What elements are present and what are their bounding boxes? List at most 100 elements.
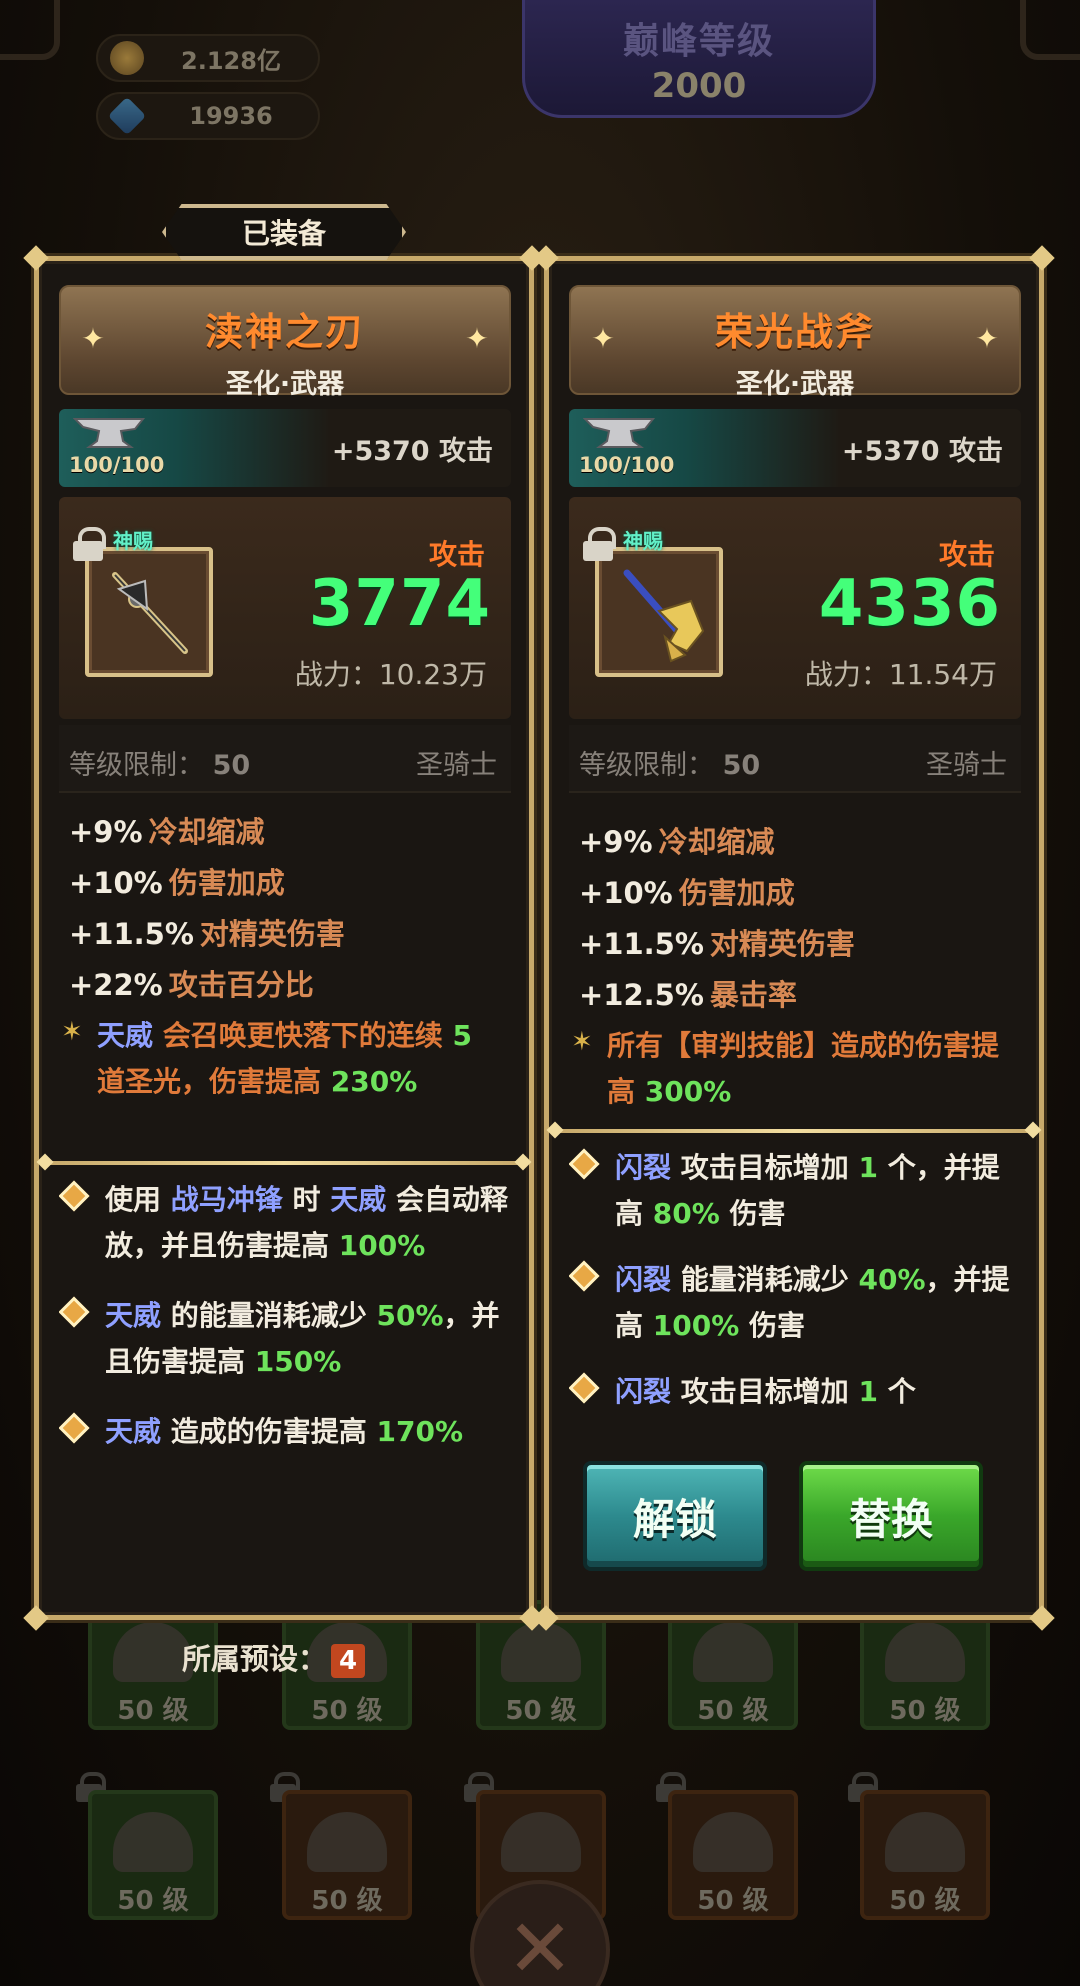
unlock-button[interactable]: 解锁	[583, 1461, 767, 1571]
passive-text: 天威 造成的伤害提高 170%	[105, 1409, 509, 1455]
passive-item: 天威 造成的伤害提高 170%	[59, 1409, 509, 1455]
affix-list: +9% 冷却缩减 +10% 伤害加成 +11.5% 对精英伤害 +22% 攻击百分比	[69, 807, 509, 1011]
affix-value: +22%	[69, 968, 163, 1002]
level-requirement: 等级限制： 50	[69, 743, 250, 782]
anvil-icon	[583, 418, 656, 448]
slot-level: 50 级	[311, 1886, 383, 1916]
affix-text: 伤害加成	[678, 876, 795, 910]
gold-currency: 2.128亿	[96, 34, 320, 82]
compare-item-card: ✦ ✦ 荣光战斧 圣化·武器 100/100 +5370 攻击 神赐 攻击 43…	[533, 245, 1055, 1631]
preset-label: 所属预设：	[182, 1642, 328, 1676]
skill-keyword: 天威	[105, 1415, 162, 1448]
slot-level: 50 级	[505, 1696, 577, 1726]
skill-keyword: 天威	[330, 1183, 387, 1216]
passive-number: 1	[858, 1151, 878, 1184]
item-title-panel: ✦ ✦ 荣光战斧 圣化·武器	[569, 285, 1021, 400]
affix-text: 暴击率	[709, 978, 797, 1012]
axe-weapon-icon	[623, 569, 705, 663]
weapon-slot[interactable]	[595, 547, 723, 677]
passive-number: 80%	[652, 1197, 720, 1230]
slot-level: 50 级	[697, 1696, 769, 1726]
combat-power: 战力：11.54万	[805, 653, 997, 693]
gold-amount: 2.128亿	[181, 46, 281, 75]
passive-number: 50%	[376, 1299, 444, 1332]
equipment-slot[interactable]: 50 级	[282, 1790, 412, 1920]
main-stat-panel: 神赐 攻击 4336 战力：11.54万	[569, 497, 1021, 719]
blade-weapon-icon	[112, 572, 188, 654]
passive-list-scroll[interactable]: 闪裂 攻击目标增加 1 个，并提高 80% 伤害 闪裂 能量消耗减少 40%，并…	[569, 1145, 1019, 1417]
set-bonus: ✶ 所有【审判技能】造成的伤害提高 300%	[571, 1023, 1011, 1115]
enhance-count: 100/100	[69, 453, 165, 477]
set-bonus-part: 会召唤更快落下的连续	[153, 1019, 453, 1052]
skill-keyword: 闪裂	[615, 1263, 672, 1296]
slot-level: 50 级	[697, 1886, 769, 1916]
affix-value: +11.5%	[579, 927, 704, 961]
gold-coin-icon	[110, 41, 144, 75]
section-divider	[555, 1129, 1033, 1133]
equipment-slot[interactable]: 50 级	[668, 1790, 798, 1920]
lock-icon[interactable]	[73, 527, 106, 561]
class-requirement: 圣骑士	[926, 750, 1007, 781]
set-bonus-number: 300%	[644, 1075, 732, 1108]
combat-power-value: 11.54万	[888, 658, 997, 691]
requirement-row: 等级限制： 50 圣骑士	[569, 725, 1021, 793]
affix-value: +9%	[69, 815, 143, 849]
level-requirement-value: 50	[212, 750, 251, 781]
gem-amount: 19936	[189, 102, 273, 130]
affix-value: +11.5%	[69, 917, 194, 951]
sparkle-icon: ✦	[465, 322, 489, 355]
affix-row: +22% 攻击百分比	[69, 960, 509, 1011]
combat-power-value: 10.23万	[378, 658, 487, 691]
helmet-icon	[113, 1812, 193, 1872]
skill-keyword: 闪裂	[615, 1151, 672, 1184]
item-title-panel: ✦ ✦ 渎神之刃 圣化·武器	[59, 285, 511, 400]
passive-item: 闪裂 攻击目标增加 1 个，并提高 80% 伤害	[569, 1145, 1019, 1237]
skill-keyword: 战马冲锋	[170, 1183, 283, 1216]
passive-part: 的能量消耗减少	[161, 1299, 377, 1332]
helmet-icon	[885, 1622, 965, 1682]
equipment-slot[interactable]: 50 级	[860, 1790, 990, 1920]
preset-indicator: 所属预设： 4	[182, 1636, 366, 1678]
set-bonus-text: 所有【审判技能】造成的伤害提高 300%	[607, 1023, 1011, 1115]
diamond-icon	[569, 1260, 600, 1292]
passive-part: 伤害	[719, 1197, 786, 1230]
helmet-icon	[693, 1622, 773, 1682]
peak-level-badge: 巅峰等级 2000	[522, 0, 876, 118]
slot-level: 50 级	[311, 1696, 383, 1726]
set-bonus: ✶ 天威 会召唤更快落下的连续 5 道圣光，伤害提高 230%	[61, 1013, 501, 1105]
enhance-attack: +5370 攻击	[841, 436, 1003, 467]
affix-text: 冷却缩减	[148, 815, 265, 849]
affix-row: +11.5% 对精英伤害	[69, 909, 509, 960]
weapon-slot[interactable]	[85, 547, 213, 677]
level-requirement: 等级限制： 50	[579, 743, 760, 782]
set-bonus-number: 5	[452, 1019, 472, 1052]
item-name: 荣光战斧	[714, 310, 875, 354]
frame-corner-ornament	[0, 0, 60, 60]
diamond-icon	[569, 1372, 600, 1404]
affix-row: +9% 冷却缩减	[579, 817, 1019, 868]
level-requirement-value: 50	[722, 750, 761, 781]
affix-list: +9% 冷却缩减 +10% 伤害加成 +11.5% 对精英伤害 +12.5% 暴击率	[579, 817, 1019, 1021]
equipment-slot[interactable]: 50 级	[88, 1790, 218, 1920]
passive-number: 100%	[652, 1309, 740, 1342]
helmet-icon	[501, 1812, 581, 1872]
passive-part: 伤害	[739, 1309, 806, 1342]
passive-item: 闪裂 能量消耗减少 40%，并提高 100% 伤害	[569, 1257, 1019, 1349]
anvil-icon	[73, 418, 146, 448]
passive-item: 使用 战马冲锋 时 天威 会自动释放，并且伤害提高 100%	[59, 1177, 509, 1269]
class-requirement: 圣骑士	[416, 750, 497, 781]
passive-number: 40%	[858, 1263, 926, 1296]
preset-badge: 4	[331, 1644, 366, 1678]
combat-power-label: 战力：	[294, 658, 379, 691]
enhance-bar: 100/100 +5370 攻击	[569, 409, 1021, 487]
lock-icon[interactable]	[583, 527, 616, 561]
passive-part: 造成的伤害提高	[161, 1415, 377, 1448]
set-bonus-part: 道圣光，伤害提高	[97, 1065, 331, 1098]
enhance-count: 100/100	[579, 453, 675, 477]
combat-power: 战力：10.23万	[295, 653, 487, 693]
level-requirement-label: 等级限制：	[579, 750, 714, 781]
replace-button[interactable]: 替换	[799, 1461, 983, 1571]
affix-row: +12.5% 暴击率	[579, 970, 1019, 1021]
sparkle-icon: ✦	[591, 322, 615, 355]
helmet-icon	[885, 1812, 965, 1872]
